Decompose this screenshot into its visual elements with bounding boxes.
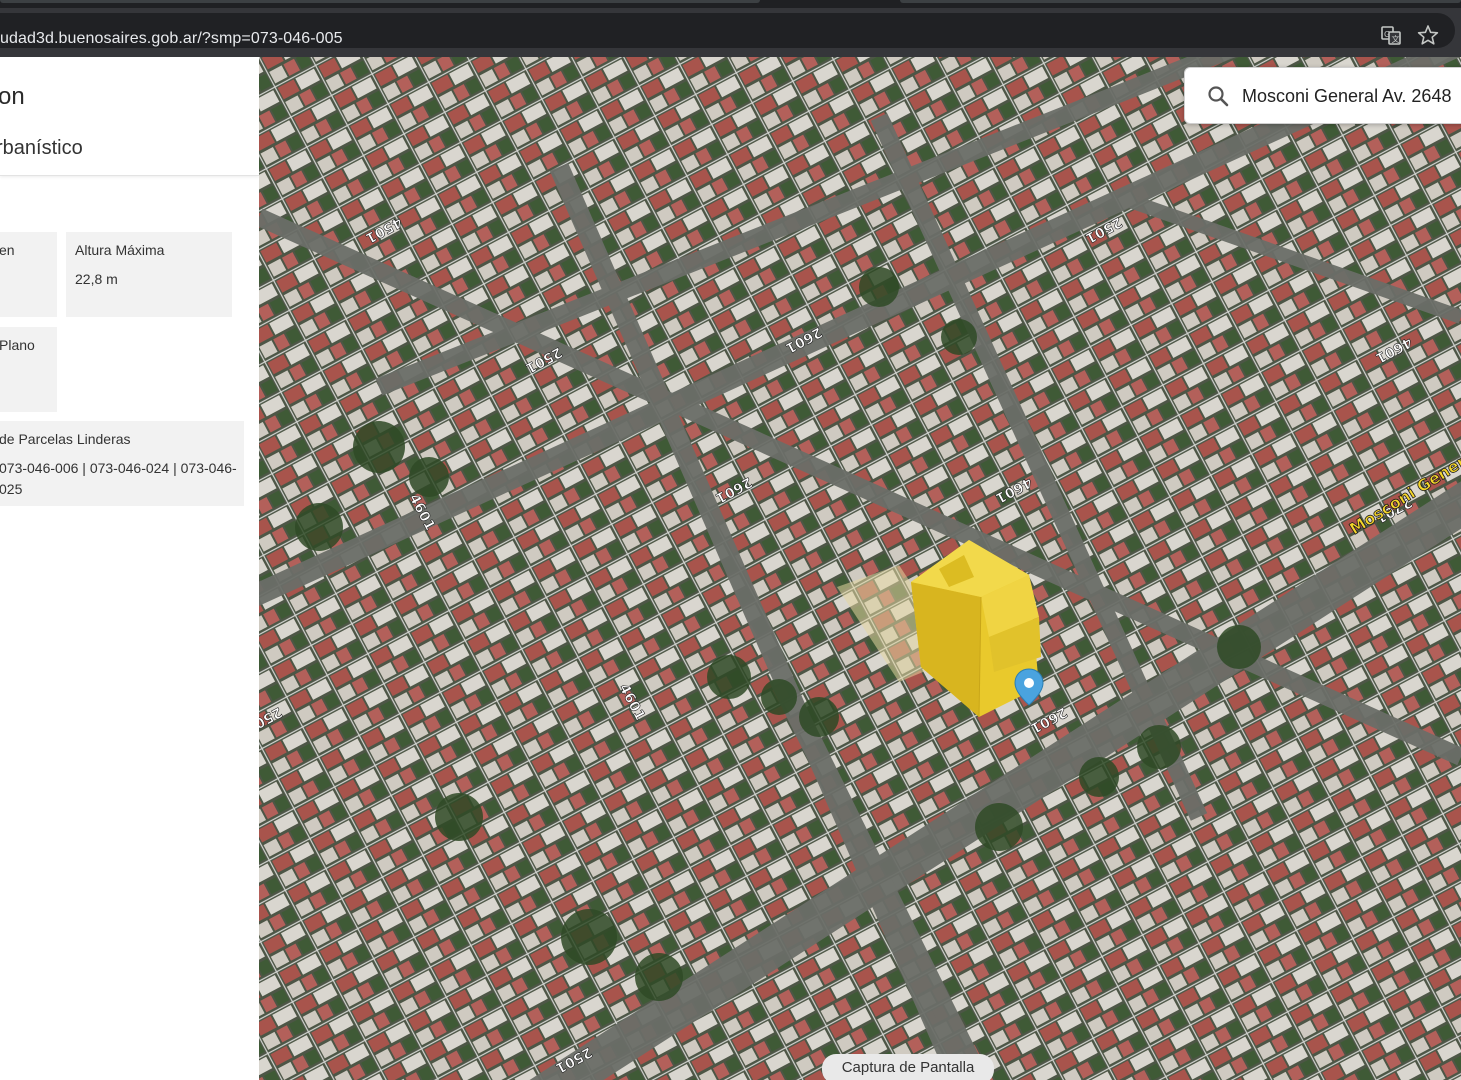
tab[interactable] bbox=[0, 0, 760, 3]
card-value: 22,8 m bbox=[75, 271, 118, 287]
info-panel: on rbanístico en Altura Máxima 22,8 m Pl… bbox=[0, 57, 259, 1080]
screenshot-button[interactable]: Captura de Pantalla bbox=[822, 1054, 994, 1080]
info-card: en bbox=[0, 232, 57, 317]
svg-text:G: G bbox=[1384, 30, 1390, 39]
address-search-box[interactable]: Mosconi General Av. 2648 bbox=[1184, 67, 1461, 124]
card-label: en bbox=[0, 242, 15, 258]
svg-text:文: 文 bbox=[1392, 34, 1400, 44]
card-label: Altura Máxima bbox=[75, 242, 165, 258]
browser-toolbar: udad3d.buenosaires.gob.ar/?smp=073-046-0… bbox=[0, 8, 1461, 57]
info-card-parcelas-linderas: de Parcelas Linderas 073-046-006 | 073-0… bbox=[0, 421, 244, 506]
tab-strip bbox=[0, 0, 1461, 8]
panel-title: on bbox=[0, 83, 25, 110]
info-card-altura-maxima: Altura Máxima 22,8 m bbox=[66, 232, 232, 317]
aerial-imagery: 2501 2501 2601 2601 4601 4601 4601 2501 … bbox=[259, 57, 1461, 1080]
map-3d-view[interactable]: 2501 2501 2601 2601 4601 4601 4601 2501 … bbox=[259, 57, 1461, 1080]
star-icon[interactable] bbox=[1417, 24, 1439, 46]
url-text[interactable]: udad3d.buenosaires.gob.ar/?smp=073-046-0… bbox=[0, 30, 343, 48]
card-label: de Parcelas Linderas bbox=[0, 431, 131, 447]
search-input[interactable]: Mosconi General Av. 2648 bbox=[1242, 86, 1451, 107]
panel-header: on rbanístico bbox=[0, 57, 259, 176]
tab[interactable] bbox=[900, 0, 1461, 3]
info-card-plano: Plano bbox=[0, 327, 57, 412]
card-label: Plano bbox=[0, 337, 35, 353]
translate-icon[interactable]: G 文 bbox=[1380, 24, 1402, 46]
panel-subtitle[interactable]: rbanístico bbox=[0, 137, 83, 160]
card-value: 073-046-006 | 073-046-024 | 073-046- 025 bbox=[0, 460, 237, 497]
search-icon[interactable] bbox=[1207, 85, 1229, 107]
